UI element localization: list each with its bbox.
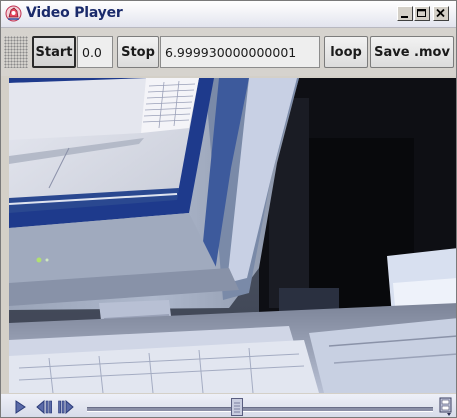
stop-button[interactable]: Stop — [117, 36, 159, 68]
stop-time-field[interactable]: 6.999930000000001 — [160, 36, 320, 68]
video-player-window: Video Player Start 0.0 Stop 6.9999300000… — [0, 0, 457, 418]
maximize-icon — [417, 9, 426, 17]
maximize-button[interactable] — [414, 6, 430, 21]
loop-button[interactable]: loop — [324, 36, 368, 68]
timeline-track[interactable] — [87, 407, 433, 412]
minimize-button[interactable] — [397, 6, 413, 21]
player-control-bar — [1, 394, 456, 417]
close-button[interactable] — [433, 6, 449, 21]
start-time-field[interactable]: 0.0 — [77, 36, 113, 68]
step-back-icon[interactable] — [35, 399, 53, 415]
step-forward-icon[interactable] — [57, 399, 75, 415]
thumb-grip-icon — [233, 402, 240, 413]
toolbar-grip[interactable] — [4, 36, 28, 68]
toolbar: Start 0.0 Stop 6.999930000000001 loop Sa… — [1, 28, 456, 76]
close-icon — [436, 8, 445, 18]
video-image — [9, 78, 456, 393]
video-frame[interactable] — [9, 78, 456, 393]
play-icon[interactable] — [13, 399, 27, 415]
duke-app-icon — [5, 5, 22, 22]
title-bar[interactable]: Video Player — [1, 1, 456, 28]
minimize-icon — [401, 16, 408, 18]
start-button[interactable]: Start — [32, 36, 76, 68]
timeline-thumb[interactable] — [230, 398, 243, 416]
filmstrip-menu-icon[interactable] — [438, 397, 454, 417]
window-title: Video Player — [26, 5, 123, 21]
save-mov-button[interactable]: Save .mov — [370, 36, 454, 68]
